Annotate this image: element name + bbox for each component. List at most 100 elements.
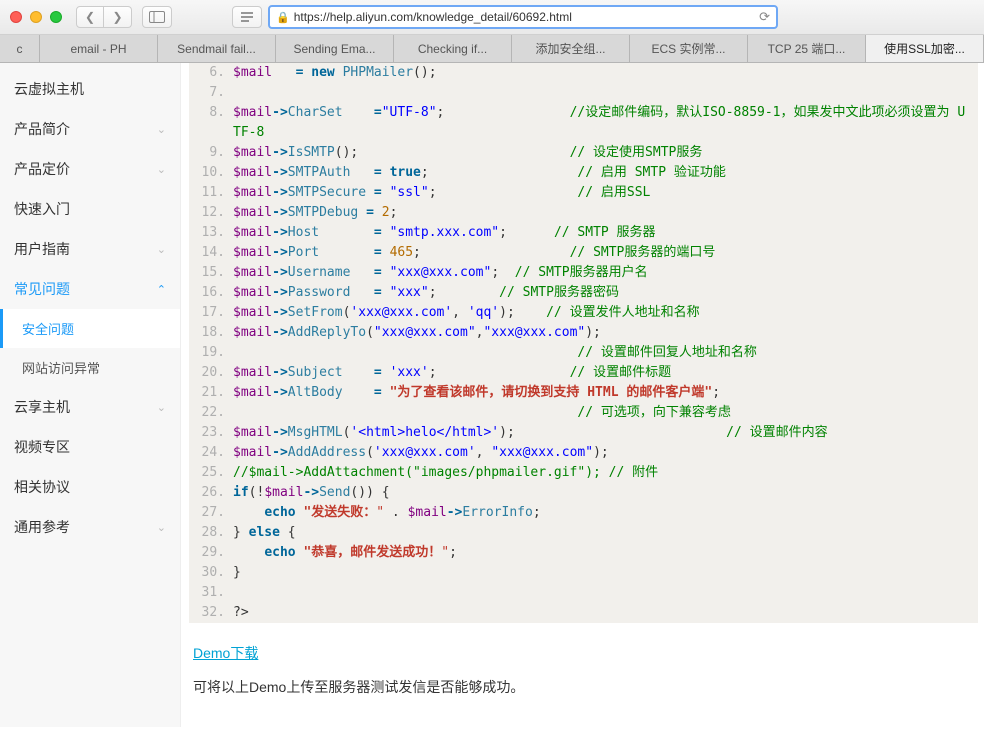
browser-tab[interactable]: 使用SSL加密... [866, 35, 984, 62]
line-code [233, 83, 978, 103]
chevron-icon: ⌄ [157, 243, 166, 256]
line-code: $mail->SetFrom('xxx@xxx.com', 'qq'); // … [233, 303, 978, 323]
code-line: 12.$mail->SMTPDebug = 2; [189, 203, 978, 223]
sidebar-item-label: 常见问题 [14, 279, 70, 299]
browser-tab[interactable]: TCP 25 端口... [748, 35, 866, 62]
browser-tab[interactable]: Checking if... [394, 35, 512, 62]
line-number: 29. [189, 543, 233, 563]
reload-button[interactable]: ⟳ [759, 9, 770, 25]
line-number: 16. [189, 283, 233, 303]
sidebar-item-label: 快速入门 [14, 199, 70, 219]
demo-download-link[interactable]: Demo下载 [193, 643, 258, 663]
code-line: 11.$mail->SMTPSecure = "ssl"; // 启用SSL [189, 183, 978, 203]
sidebar-item[interactable]: 产品简介 ⌄ [0, 109, 180, 149]
page-content: 云虚拟主机产品简介⌄产品定价⌄快速入门用户指南⌄常见问题⌃安全问题网站访问异常云… [0, 63, 984, 727]
sidebar-item[interactable]: 云享主机 ⌄ [0, 387, 180, 427]
browser-tab[interactable]: email - PH [40, 35, 158, 62]
doc-sidebar: 云虚拟主机产品简介⌄产品定价⌄快速入门用户指南⌄常见问题⌃安全问题网站访问异常云… [0, 63, 181, 727]
code-line: 13.$mail->Host = "smtp.xxx.com"; // SMTP… [189, 223, 978, 243]
reader-icon [240, 11, 254, 23]
line-number: 25. [189, 463, 233, 483]
sidebar-item-label: 云享主机 [14, 397, 70, 417]
reader-button[interactable] [232, 6, 262, 28]
line-code: $mail->IsSMTP(); // 设定使用SMTP服务 [233, 143, 978, 163]
chevron-icon: ⌄ [157, 123, 166, 136]
chevron-icon: ⌄ [157, 521, 166, 534]
browser-tab[interactable]: ECS 实例常... [630, 35, 748, 62]
code-line: 31. [189, 583, 978, 603]
line-number: 15. [189, 263, 233, 283]
line-code: // 可选项，向下兼容考虑 [233, 403, 978, 423]
line-number: 28. [189, 523, 233, 543]
line-code: $mail->AddReplyTo("xxx@xxx.com","xxx@xxx… [233, 323, 978, 343]
line-code: if(!$mail->Send()) { [233, 483, 978, 503]
tab-bar: cemail - PHSendmail fail...Sending Ema..… [0, 35, 984, 63]
chevron-icon: ⌄ [157, 163, 166, 176]
sidebar-item-label: 用户指南 [14, 239, 70, 259]
sidebar-item[interactable]: 视频专区 [0, 427, 180, 467]
code-line: 18.$mail->AddReplyTo("xxx@xxx.com","xxx@… [189, 323, 978, 343]
sidebar-subitem[interactable]: 网站访问异常 [0, 348, 180, 387]
sidebar-item[interactable]: 云虚拟主机 [0, 69, 180, 109]
line-code: $mail->Subject = 'xxx'; // 设置邮件标题 [233, 363, 978, 383]
code-line: 26.if(!$mail->Send()) { [189, 483, 978, 503]
code-line: 14.$mail->Port = 465; // SMTP服务器的端口号 [189, 243, 978, 263]
sidebar-item-label: 产品定价 [14, 159, 70, 179]
address-bar[interactable]: 🔒 https://help.aliyun.com/knowledge_deta… [268, 5, 778, 29]
demo-note: 可将以上Demo上传至服务器测试发信是否能够成功。 [193, 677, 984, 697]
line-number: 19. [189, 343, 233, 363]
close-window-button[interactable] [10, 11, 22, 23]
line-code [233, 583, 978, 603]
line-code: $mail->Host = "smtp.xxx.com"; // SMTP 服务… [233, 223, 978, 243]
sidebar-subitem[interactable]: 安全问题 [0, 309, 180, 348]
sidebar-item-label: 相关协议 [14, 477, 70, 497]
line-number: 26. [189, 483, 233, 503]
zoom-window-button[interactable] [50, 11, 62, 23]
chevron-icon: ⌄ [157, 401, 166, 414]
line-code: echo "恭喜，邮件发送成功！"; [233, 543, 978, 563]
show-sidebar-button[interactable] [142, 6, 172, 28]
line-number: 23. [189, 423, 233, 443]
line-code: $mail->SMTPSecure = "ssl"; // 启用SSL [233, 183, 978, 203]
code-line: 32.?> [189, 603, 978, 623]
code-line: 28.} else { [189, 523, 978, 543]
line-code: $mail->AltBody = "为了查看该邮件，请切换到支持 HTML 的邮… [233, 383, 978, 403]
sidebar-item[interactable]: 常见问题⌃ [0, 269, 180, 309]
sidebar-icon [149, 11, 165, 23]
code-line: 29. echo "恭喜，邮件发送成功！"; [189, 543, 978, 563]
browser-tab[interactable]: c [0, 35, 40, 62]
code-line: 7. [189, 83, 978, 103]
line-code: $mail->MsgHTML('<html>helo</html>'); // … [233, 423, 978, 443]
sidebar-item[interactable]: 相关协议 [0, 467, 180, 507]
forward-button[interactable]: ❯ [104, 6, 132, 28]
line-number: 20. [189, 363, 233, 383]
browser-tab[interactable]: 添加安全组... [512, 35, 630, 62]
line-number: 14. [189, 243, 233, 263]
sidebar-item-label: 视频专区 [14, 437, 70, 457]
sidebar-item[interactable]: 快速入门 [0, 189, 180, 229]
window-controls [10, 11, 62, 23]
code-line: 20.$mail->Subject = 'xxx'; // 设置邮件标题 [189, 363, 978, 383]
line-number: 13. [189, 223, 233, 243]
line-code: //$mail->AddAttachment("images/phpmailer… [233, 463, 978, 483]
line-code: $mail->AddAddress('xxx@xxx.com', "xxx@xx… [233, 443, 978, 463]
line-code: $mail->SMTPDebug = 2; [233, 203, 978, 223]
line-code: ?> [233, 603, 978, 623]
sidebar-item[interactable]: 通用参考⌄ [0, 507, 180, 547]
minimize-window-button[interactable] [30, 11, 42, 23]
browser-tab[interactable]: Sending Ema... [276, 35, 394, 62]
line-number: 18. [189, 323, 233, 343]
browser-titlebar: ❮ ❯ 🔒 https://help.aliyun.com/knowledge_… [0, 0, 984, 35]
sidebar-item-label: 产品简介 [14, 119, 70, 139]
sidebar-item[interactable]: 产品定价 ⌄ [0, 149, 180, 189]
line-number: 24. [189, 443, 233, 463]
code-line: 30.} [189, 563, 978, 583]
line-number: 10. [189, 163, 233, 183]
sidebar-item[interactable]: 用户指南 ⌄ [0, 229, 180, 269]
line-number: 32. [189, 603, 233, 623]
browser-tab[interactable]: Sendmail fail... [158, 35, 276, 62]
back-button[interactable]: ❮ [76, 6, 104, 28]
doc-content: 6.$mail = new PHPMailer();7.8.$mail->Cha… [181, 63, 984, 727]
code-block: 6.$mail = new PHPMailer();7.8.$mail->Cha… [189, 63, 978, 623]
url-text: https://help.aliyun.com/knowledge_detail… [294, 10, 753, 24]
